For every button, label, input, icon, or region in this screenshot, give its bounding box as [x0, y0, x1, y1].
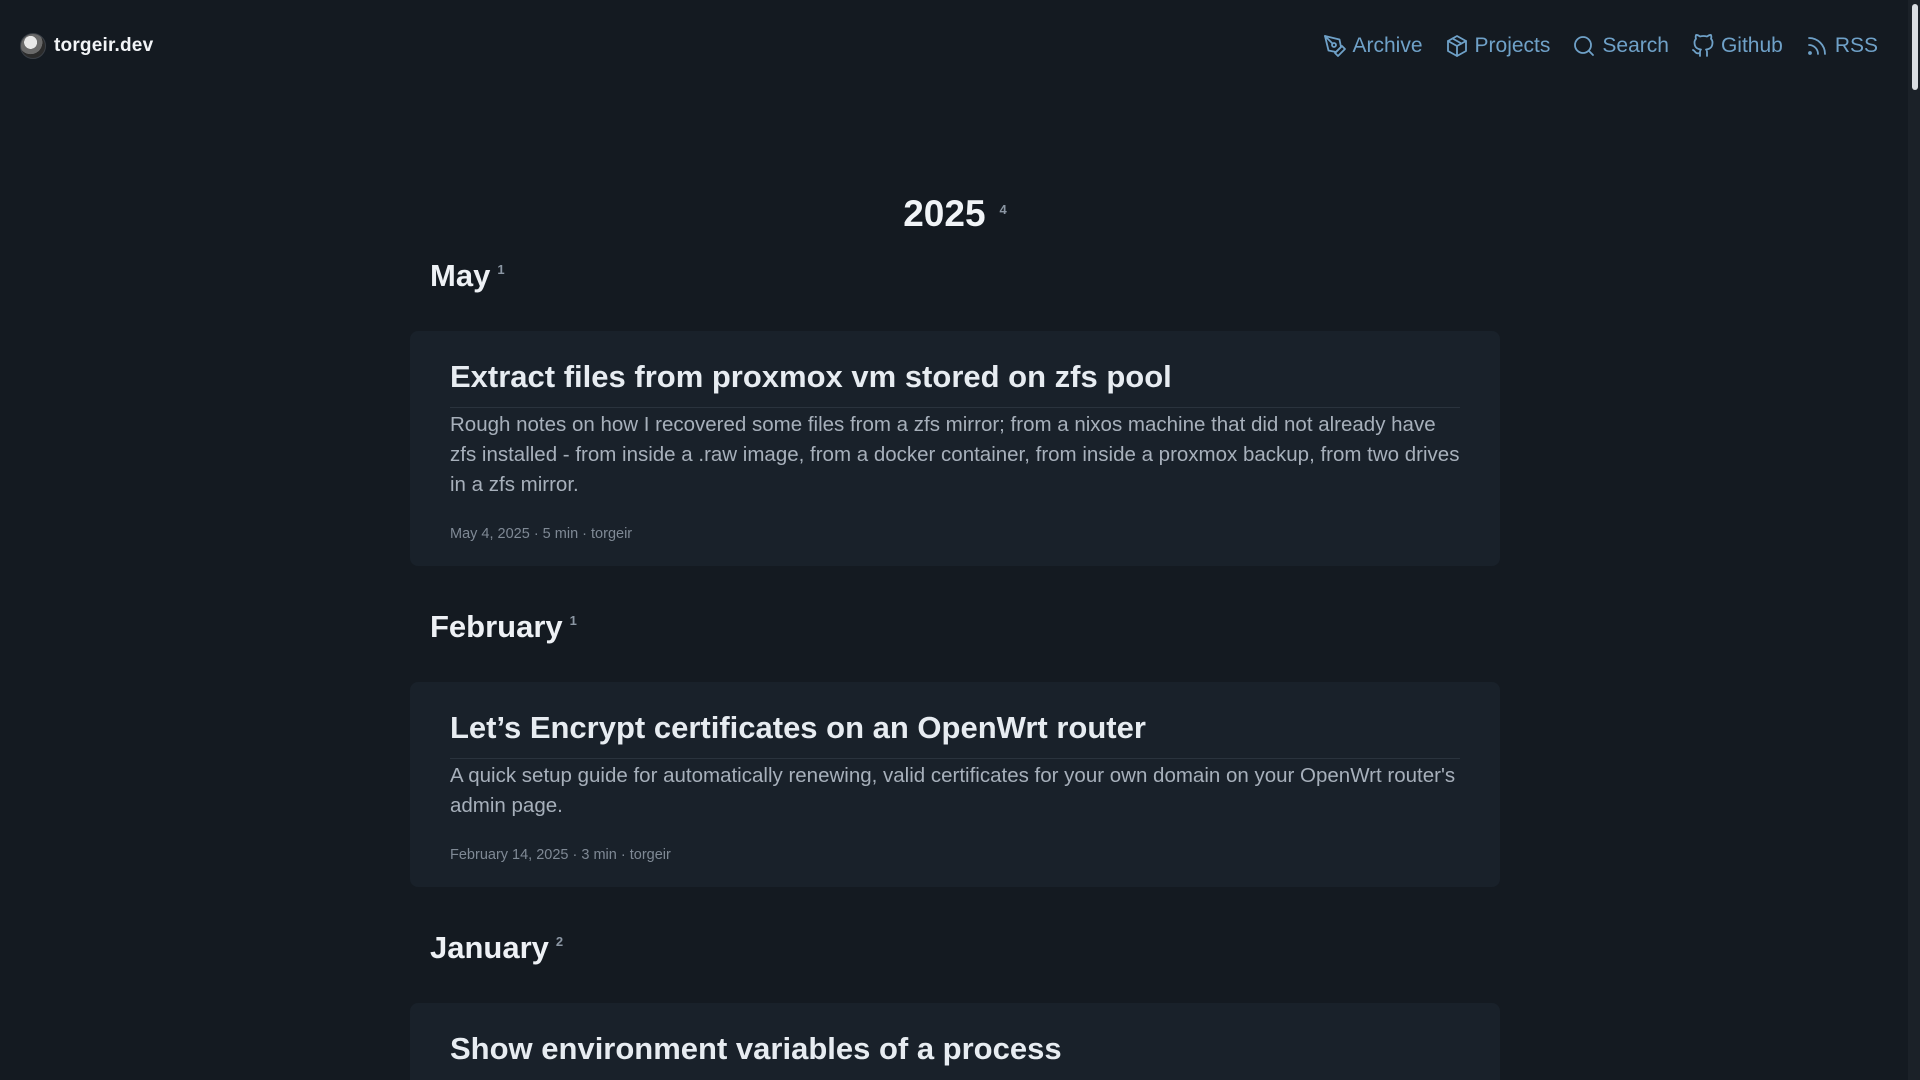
nav-archive-label: Archive — [1352, 34, 1423, 57]
nav-search-label: Search — [1602, 34, 1669, 57]
nav-github-label: Github — [1720, 34, 1783, 57]
post-card[interactable]: Show environment variables of a process — [410, 1003, 1500, 1080]
post-description: Rough notes on how I recovered some file… — [450, 413, 1460, 496]
year-post-count: 4 — [999, 202, 1007, 217]
month-post-count: 1 — [497, 262, 505, 277]
nav-archive[interactable]: Archive — [1323, 34, 1423, 58]
year-title: 2025 — [903, 193, 986, 234]
site-name: torgeir.dev — [54, 35, 154, 56]
scrollbar-thumb[interactable] — [1912, 4, 1918, 90]
month-post-count: 1 — [569, 613, 577, 628]
post-description: A quick setup guide for automatically re… — [450, 764, 1456, 817]
month-heading-may: May 1 — [430, 258, 505, 294]
post-card[interactable]: Let’s Encrypt certificates on an OpenWrt… — [410, 682, 1500, 887]
month-title: January — [430, 930, 549, 965]
nav-rss[interactable]: RSS — [1805, 34, 1878, 58]
month-post-count: 2 — [555, 934, 564, 949]
post-title: Show environment variables of a process — [450, 1031, 1062, 1066]
site-home-link[interactable]: torgeir.dev — [20, 33, 153, 59]
year-heading: 2025 4 — [410, 193, 1500, 235]
post-title: Let’s Encrypt certificates on an OpenWrt… — [450, 710, 1460, 759]
github-icon — [1692, 34, 1714, 57]
month-heading-february: February 1 — [430, 609, 577, 645]
post-card[interactable]: Extract files from proxmox vm stored on … — [410, 331, 1500, 566]
package-icon — [1446, 35, 1467, 57]
search-icon — [1574, 36, 1595, 56]
nav-projects-label: Projects — [1474, 34, 1551, 57]
month-title: May — [430, 258, 491, 293]
month-heading-january: January 2 — [430, 930, 563, 966]
nav-search[interactable]: Search — [1572, 34, 1669, 58]
nav-github[interactable]: Github — [1691, 34, 1783, 58]
main-nav: Archive Projects Search Github RSS — [1323, 34, 1878, 58]
nav-projects[interactable]: Projects — [1445, 34, 1551, 58]
post-meta: February 14, 2025 · 3 min · torgeir — [450, 847, 671, 863]
page-scrollbar[interactable] — [1908, 0, 1920, 1080]
site-header: torgeir.dev Archive Projects Search Gith… — [0, 0, 1908, 92]
post-meta: May 4, 2025 · 5 min · torgeir — [450, 526, 633, 542]
month-title: February — [430, 609, 563, 644]
avatar — [20, 33, 46, 59]
nav-rss-label: RSS — [1834, 34, 1878, 57]
post-title: Extract files from proxmox vm stored on … — [450, 359, 1460, 408]
pen-tool-icon — [1323, 35, 1346, 57]
rss-icon — [1807, 37, 1826, 55]
